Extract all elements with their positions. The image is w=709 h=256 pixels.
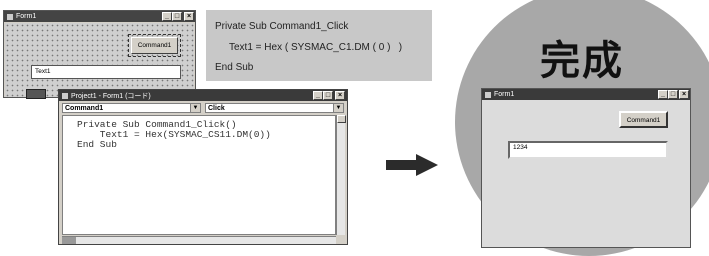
object-combo-value: Command1 bbox=[65, 105, 104, 112]
object-combo[interactable]: Command1 ▼ bbox=[62, 103, 201, 113]
procedure-combo-value: Click bbox=[208, 105, 225, 112]
arrow-right-icon bbox=[386, 154, 438, 176]
scroll-up-icon[interactable] bbox=[337, 115, 346, 123]
code-line-3: End Sub bbox=[77, 139, 117, 150]
command1-button[interactable]: Command1 bbox=[128, 34, 181, 57]
maximize-button[interactable]: □ bbox=[323, 91, 333, 100]
minimize-button[interactable]: _ bbox=[313, 91, 323, 100]
snippet-line-3: End Sub bbox=[215, 62, 254, 73]
minimize-button[interactable]: _ bbox=[658, 90, 668, 99]
result-form-title: Form1 bbox=[494, 91, 515, 98]
form-icon bbox=[62, 92, 68, 99]
vertical-scrollbar[interactable] bbox=[336, 115, 346, 235]
command1-button[interactable]: Command1 bbox=[619, 111, 668, 128]
toolbox-icon bbox=[26, 89, 46, 99]
result-heading: 完成 bbox=[540, 38, 624, 84]
code-snippet-box: Private Sub Command1_Click Text1 = Hex (… bbox=[206, 10, 432, 81]
maximize-button[interactable]: □ bbox=[668, 90, 678, 99]
code-window-title: Project1 - Form1 (コード) bbox=[71, 92, 151, 100]
form-icon bbox=[485, 91, 491, 98]
close-button[interactable]: × bbox=[335, 91, 345, 100]
close-button[interactable]: × bbox=[679, 90, 689, 99]
snippet-line-1: Private Sub Command1_Click bbox=[215, 21, 349, 32]
maximize-button[interactable]: □ bbox=[172, 12, 182, 21]
form-icon bbox=[7, 13, 13, 20]
code-editor[interactable]: Private Sub Command1_Click() Text1 = Hex… bbox=[62, 115, 336, 235]
code-window: Project1 - Form1 (コード) _ □ × Command1 ▼ … bbox=[58, 89, 348, 245]
chevron-down-icon: ▼ bbox=[190, 104, 200, 112]
text1-textbox[interactable]: 1234 bbox=[508, 141, 668, 159]
code-window-titlebar: Project1 - Form1 (コード) bbox=[59, 90, 347, 101]
minimize-button[interactable]: _ bbox=[162, 12, 172, 21]
procedure-combo[interactable]: Click ▼ bbox=[205, 103, 344, 113]
snippet-line-2: Text1 = Hex ( SYSMAC_C1.DM ( 0 ) ) bbox=[229, 42, 403, 53]
design-form-title: Form1 bbox=[16, 13, 37, 20]
close-button[interactable]: × bbox=[184, 12, 194, 21]
design-form-canvas bbox=[5, 23, 194, 97]
text1-textbox[interactable]: Text1 bbox=[31, 65, 181, 79]
view-toggle-icon[interactable] bbox=[62, 237, 76, 244]
horizontal-scrollbar[interactable] bbox=[62, 236, 336, 244]
result-form-window: Form1 _ □ × Command1 1234 bbox=[481, 88, 691, 248]
design-form-window: Form1 _ □ × Command1 Text1 bbox=[3, 10, 196, 99]
chevron-down-icon: ▼ bbox=[333, 104, 343, 112]
